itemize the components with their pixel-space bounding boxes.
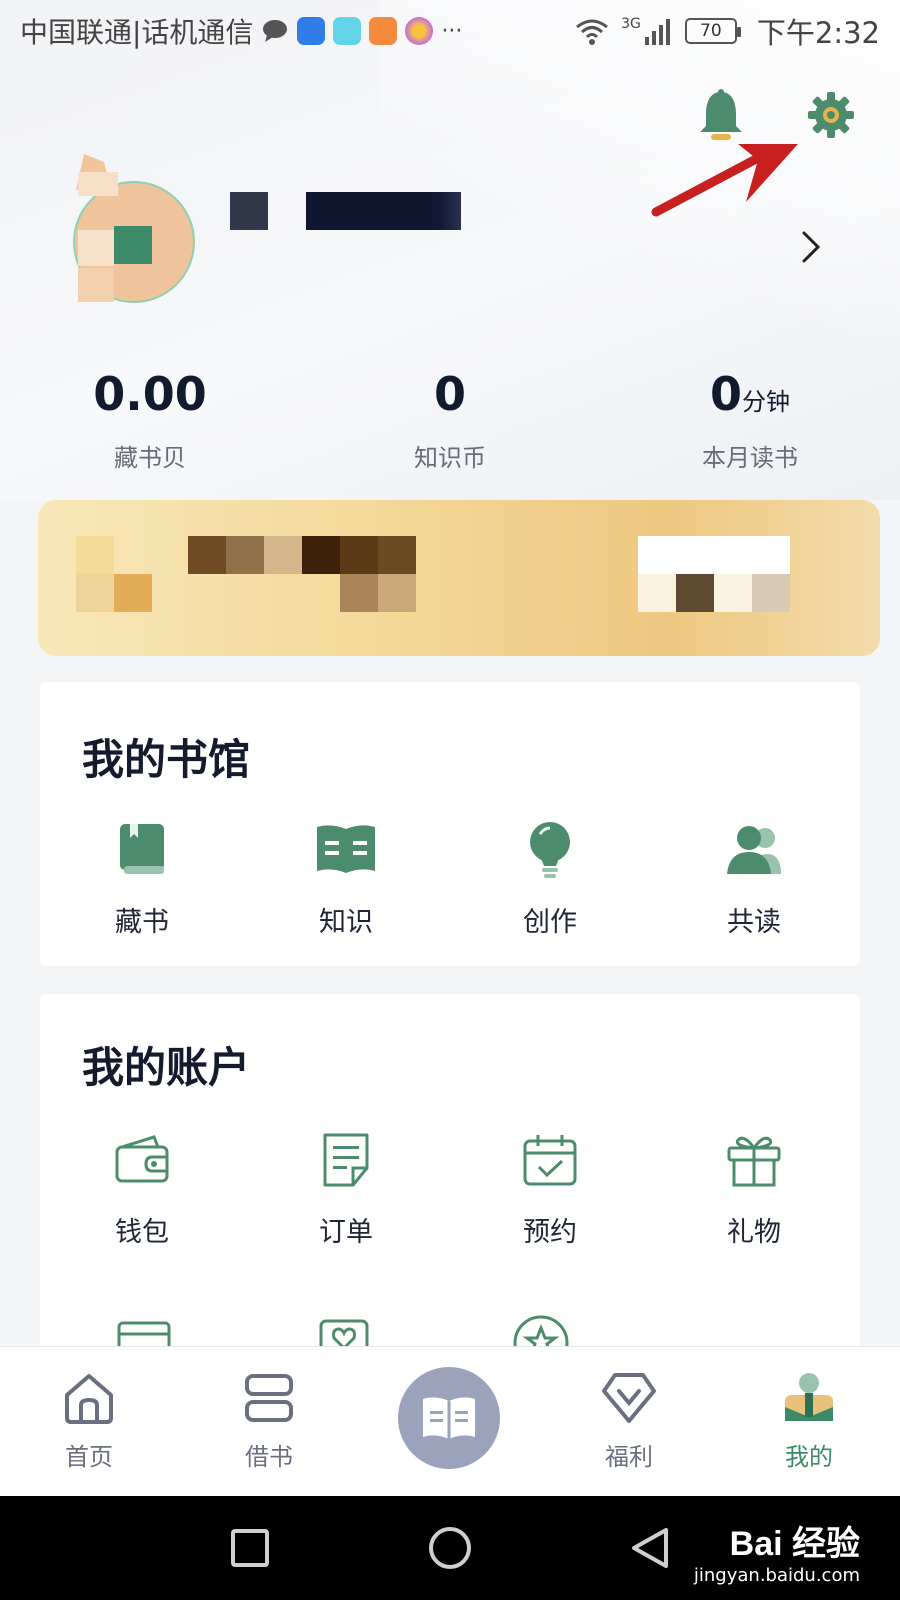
pixel-block <box>638 574 676 612</box>
pixel-block <box>378 536 416 574</box>
account-item-orders[interactable]: 订单 <box>266 1128 426 1249</box>
account-item-gifts[interactable]: 礼物 <box>674 1128 834 1249</box>
avatar[interactable] <box>70 150 198 310</box>
book-icon <box>120 824 164 874</box>
my-account-card: 我的账户 钱包 订单 预约 礼物 <box>40 994 860 1354</box>
calendar-check-icon <box>523 1135 577 1186</box>
stat-unit: 分钟 <box>742 388 790 416</box>
pixel-block <box>340 574 378 612</box>
settings-gear-icon[interactable] <box>808 92 854 138</box>
carrier-label: 中国联通|话机通信 <box>20 16 254 49</box>
pixel-block <box>714 574 752 612</box>
tab-reading-center[interactable] <box>398 1367 500 1469</box>
pixel-block <box>752 574 790 612</box>
pixel-block <box>340 536 378 574</box>
item-label: 藏书 <box>115 907 169 938</box>
tab-mine[interactable]: 我的 <box>744 1371 874 1472</box>
soul-app-icon <box>333 17 362 45</box>
tab-label: 借书 <box>245 1443 293 1471</box>
item-label: 钱包 <box>115 1217 169 1248</box>
chat-bubble-icon <box>263 20 288 42</box>
signal-icon <box>644 19 670 45</box>
stat-value: 0.00 <box>93 367 207 421</box>
lightbulb-icon <box>530 822 570 878</box>
pixel-block <box>676 574 714 612</box>
tab-label: 首页 <box>65 1443 113 1471</box>
stat-label: 知识币 <box>414 444 486 472</box>
android-navigation-bar: Bai 经验 jingyan.baidu.com <box>0 1496 900 1600</box>
stat-label: 藏书贝 <box>114 444 186 472</box>
pixel-block <box>264 536 302 574</box>
item-label: 预约 <box>523 1217 577 1248</box>
order-icon <box>323 1133 369 1187</box>
lightbulb-app-icon <box>297 17 326 45</box>
diamond-icon <box>602 1373 656 1423</box>
colorful-app-icon <box>405 17 434 45</box>
pixel-block <box>378 574 416 612</box>
profile-chevron-right-icon[interactable] <box>800 230 822 273</box>
pixel-block <box>302 536 340 574</box>
username-redacted-part1 <box>230 192 268 230</box>
pixel-block <box>188 536 226 574</box>
card-title: 我的书馆 <box>82 735 251 784</box>
network-type: 3G <box>621 16 641 32</box>
tab-home[interactable]: 首页 <box>24 1371 154 1472</box>
pixel-block <box>114 574 152 612</box>
battery-indicator: 70 <box>684 18 741 44</box>
clock: 下午2:32 <box>756 16 880 50</box>
pixel-block <box>76 574 114 612</box>
item-label: 共读 <box>727 907 781 938</box>
stat-label: 本月读书 <box>702 444 798 472</box>
uc-browser-icon <box>369 17 398 45</box>
my-library-card: 我的书馆 藏书 知识 创作 共读 <box>40 682 860 966</box>
profile-icon <box>785 1373 833 1421</box>
username-redacted-part2 <box>306 192 461 230</box>
wallet-icon <box>115 1135 169 1183</box>
tab-borrow[interactable]: 借书 <box>204 1371 334 1472</box>
account-item-wallet[interactable]: 钱包 <box>62 1128 222 1249</box>
read-book-icon <box>423 1397 475 1439</box>
wifi-icon <box>576 19 609 45</box>
bottom-tab-bar: 首页 借书 福利 我的 <box>0 1346 900 1496</box>
card-title: 我的账户 <box>82 1043 251 1092</box>
library-item-coreading[interactable]: 共读 <box>674 818 834 939</box>
back-icon[interactable] <box>630 1526 670 1570</box>
promo-banner[interactable] <box>38 500 880 656</box>
pixel-block <box>226 536 264 574</box>
battery-level: 70 <box>700 21 722 41</box>
home-button-icon[interactable] <box>428 1526 472 1570</box>
tab-label: 福利 <box>605 1443 653 1471</box>
item-label: 订单 <box>319 1217 373 1248</box>
pixel-block <box>76 536 114 574</box>
baidu-jingyan-watermark: Bai 经验 jingyan.baidu.com <box>694 1516 860 1586</box>
library-item-creation[interactable]: 创作 <box>470 818 630 939</box>
tab-welfare[interactable]: 福利 <box>564 1371 694 1472</box>
more-notifications: ··· <box>441 18 463 44</box>
library-item-knowledge[interactable]: 知识 <box>266 818 426 939</box>
account-item-reservation[interactable]: 预约 <box>470 1128 630 1249</box>
users-icon <box>727 826 781 874</box>
stat-collection-shells[interactable]: 0.00 藏书贝 <box>30 368 270 473</box>
stat-knowledge-coins[interactable]: 0 知识币 <box>330 368 570 473</box>
recent-apps-icon[interactable] <box>230 1528 270 1568</box>
watermark-url: jingyan.baidu.com <box>693 1565 860 1586</box>
library-item-collection[interactable]: 藏书 <box>62 818 222 939</box>
item-label: 知识 <box>319 907 373 938</box>
watermark-logo: Bai 经验 <box>729 1525 860 1563</box>
gift-icon <box>727 1136 781 1187</box>
stat-value: 0 <box>709 367 742 421</box>
tab-label: 我的 <box>785 1443 833 1471</box>
item-label: 礼物 <box>727 1217 781 1248</box>
stat-monthly-reading[interactable]: 0分钟 本月读书 <box>630 368 870 473</box>
red-annotation-arrow <box>651 144 798 217</box>
pixel-block <box>638 536 790 574</box>
open-book-icon <box>317 825 375 873</box>
borrow-icon <box>245 1374 293 1422</box>
home-icon <box>65 1374 113 1424</box>
status-bar: 中国联通|话机通信 ··· 3G 70 下午2:32 <box>0 0 900 62</box>
stat-value: 0 <box>433 367 466 421</box>
item-label: 创作 <box>523 907 577 938</box>
